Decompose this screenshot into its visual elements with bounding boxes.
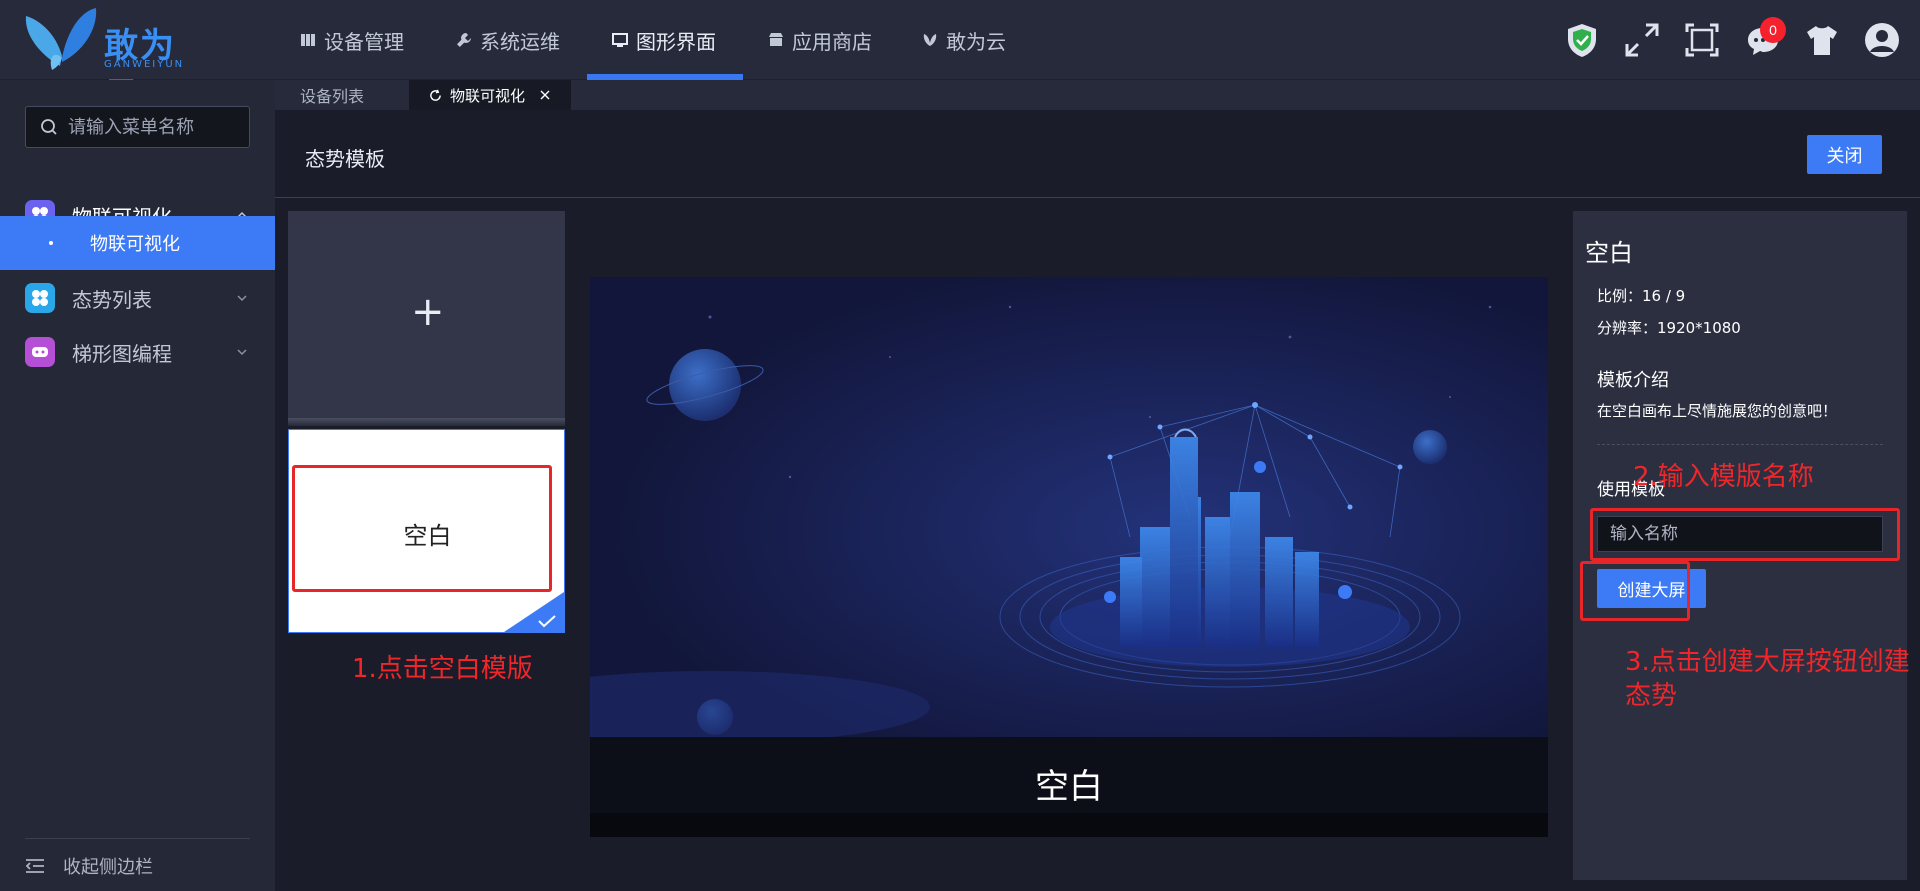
- page-tab-label: 物联可视化: [450, 86, 526, 105]
- page-tabs-bar: 设备列表 物联可视化: [275, 80, 1920, 110]
- menu-search-input[interactable]: [68, 116, 248, 138]
- nav-tab-device-management[interactable]: 设备管理: [300, 0, 404, 80]
- wrench-icon: [457, 33, 471, 47]
- butterfly-icon: [923, 34, 937, 46]
- user-avatar-icon[interactable]: [1864, 22, 1900, 58]
- resolution-text: 分辨率：1920*1080: [1597, 319, 1741, 337]
- nav-tab-label: 图形界面: [636, 29, 716, 54]
- smart-city-illustration: [590, 277, 1548, 743]
- nav-tab-label: 系统运维: [480, 29, 560, 54]
- preview-footer: [590, 813, 1548, 837]
- butterfly-logo-icon: [25, 8, 97, 70]
- intro-heading: 模板介绍: [1597, 370, 1669, 391]
- main-content: 态势模板 关闭 + 空白 1.点击空白模版 空白 空白 比例：16 / 9 分辨…: [275, 110, 1920, 891]
- sidebar: 物联可视化 物联可视化 态势列表 梯形图编程 收起侧边栏: [0, 80, 275, 891]
- collapse-sidebar-button[interactable]: 收起侧边栏: [25, 838, 250, 879]
- info-title: 空白: [1585, 239, 1633, 267]
- create-screen-button[interactable]: 创建大屏: [1597, 569, 1706, 608]
- use-template-heading: 使用模板: [1597, 480, 1665, 500]
- nav-tab-label: 应用商店: [792, 29, 872, 54]
- screen-icon: [612, 33, 628, 47]
- intro-text: 在空白画布上尽情施展您的创意吧！: [1597, 402, 1838, 420]
- refresh-icon[interactable]: [429, 89, 442, 102]
- card-divider: [288, 418, 565, 426]
- sidebar-item-label: 梯形图编程: [72, 341, 172, 366]
- nav-tab-label: 设备管理: [324, 29, 404, 54]
- nav-tab-ganweiyun[interactable]: 敢为云: [922, 0, 1006, 80]
- page-title: 态势模板: [305, 147, 385, 171]
- menu-search[interactable]: [25, 106, 250, 148]
- top-navigation-bar: 敢为云 GANWEIYUN 设备管理 系统运维 图形界面 应用商店 敢为云 0: [0, 0, 1920, 115]
- nav-tab-system-ops[interactable]: 系统运维: [456, 0, 560, 80]
- chevron-down-icon: [237, 349, 247, 356]
- fullscreen-expand-icon[interactable]: [1624, 22, 1660, 58]
- content-header: 态势模板 关闭: [275, 110, 1920, 198]
- annotation-step1: 1.点击空白模版: [352, 654, 533, 684]
- sidebar-item-label: 物联可视化: [90, 234, 180, 255]
- page-tab-iot-visualization[interactable]: 物联可视化: [409, 80, 572, 110]
- close-button[interactable]: 关闭: [1807, 135, 1882, 174]
- tshirt-icon[interactable]: [1804, 22, 1840, 58]
- close-icon[interactable]: [539, 89, 551, 101]
- plus-icon: +: [411, 289, 445, 335]
- screen-frame-icon[interactable]: [1684, 22, 1720, 58]
- bullet-dot: [49, 241, 53, 245]
- gamepad-icon: [25, 337, 55, 367]
- check-icon: [538, 615, 556, 628]
- store-icon: [769, 33, 783, 46]
- sidebar-subitem-iot-visualization[interactable]: 物联可视化: [0, 216, 275, 270]
- dashed-divider: [1597, 444, 1883, 445]
- template-name-input[interactable]: [1597, 516, 1883, 552]
- nav-tab-graphic-ui[interactable]: 图形界面: [612, 0, 716, 80]
- template-preview: 空白: [590, 277, 1548, 837]
- page-tab-label: 设备列表: [300, 87, 365, 106]
- template-name: 空白: [403, 522, 452, 550]
- notification-badge: 0: [1760, 17, 1786, 43]
- blank-template-card[interactable]: 空白: [288, 429, 565, 633]
- logo[interactable]: 敢为云 GANWEIYUN: [22, 6, 202, 115]
- nav-tab-label: 敢为云: [946, 29, 1006, 54]
- flower-icon: [25, 283, 55, 313]
- collapse-menu-icon: [25, 859, 44, 873]
- logo-subtitle: GANWEIYUN: [104, 59, 185, 70]
- sidebar-item-label: 态势列表: [72, 287, 152, 312]
- template-info-panel: 空白 比例：16 / 9 分辨率：1920*1080 模板介绍 在空白画布上尽情…: [1573, 211, 1907, 880]
- chevron-down-icon: [237, 295, 247, 302]
- add-template-card[interactable]: +: [288, 211, 565, 418]
- device-icon: [301, 34, 315, 46]
- search-icon: [41, 119, 57, 135]
- sidebar-item-ladder-programming[interactable]: 梯形图编程: [0, 325, 275, 379]
- template-list: + 空白: [288, 211, 565, 633]
- collapse-sidebar-label: 收起侧边栏: [63, 857, 153, 878]
- nav-tab-app-store[interactable]: 应用商店: [768, 0, 872, 80]
- page-tab-device-list[interactable]: 设备列表: [300, 80, 364, 110]
- ratio-text: 比例：16 / 9: [1597, 287, 1686, 305]
- preview-caption: 空白: [1035, 767, 1103, 807]
- preview-caption-bar: 空白: [590, 737, 1548, 813]
- sidebar-item-situation-list[interactable]: 态势列表: [0, 271, 275, 325]
- shield-check-icon[interactable]: [1564, 22, 1600, 58]
